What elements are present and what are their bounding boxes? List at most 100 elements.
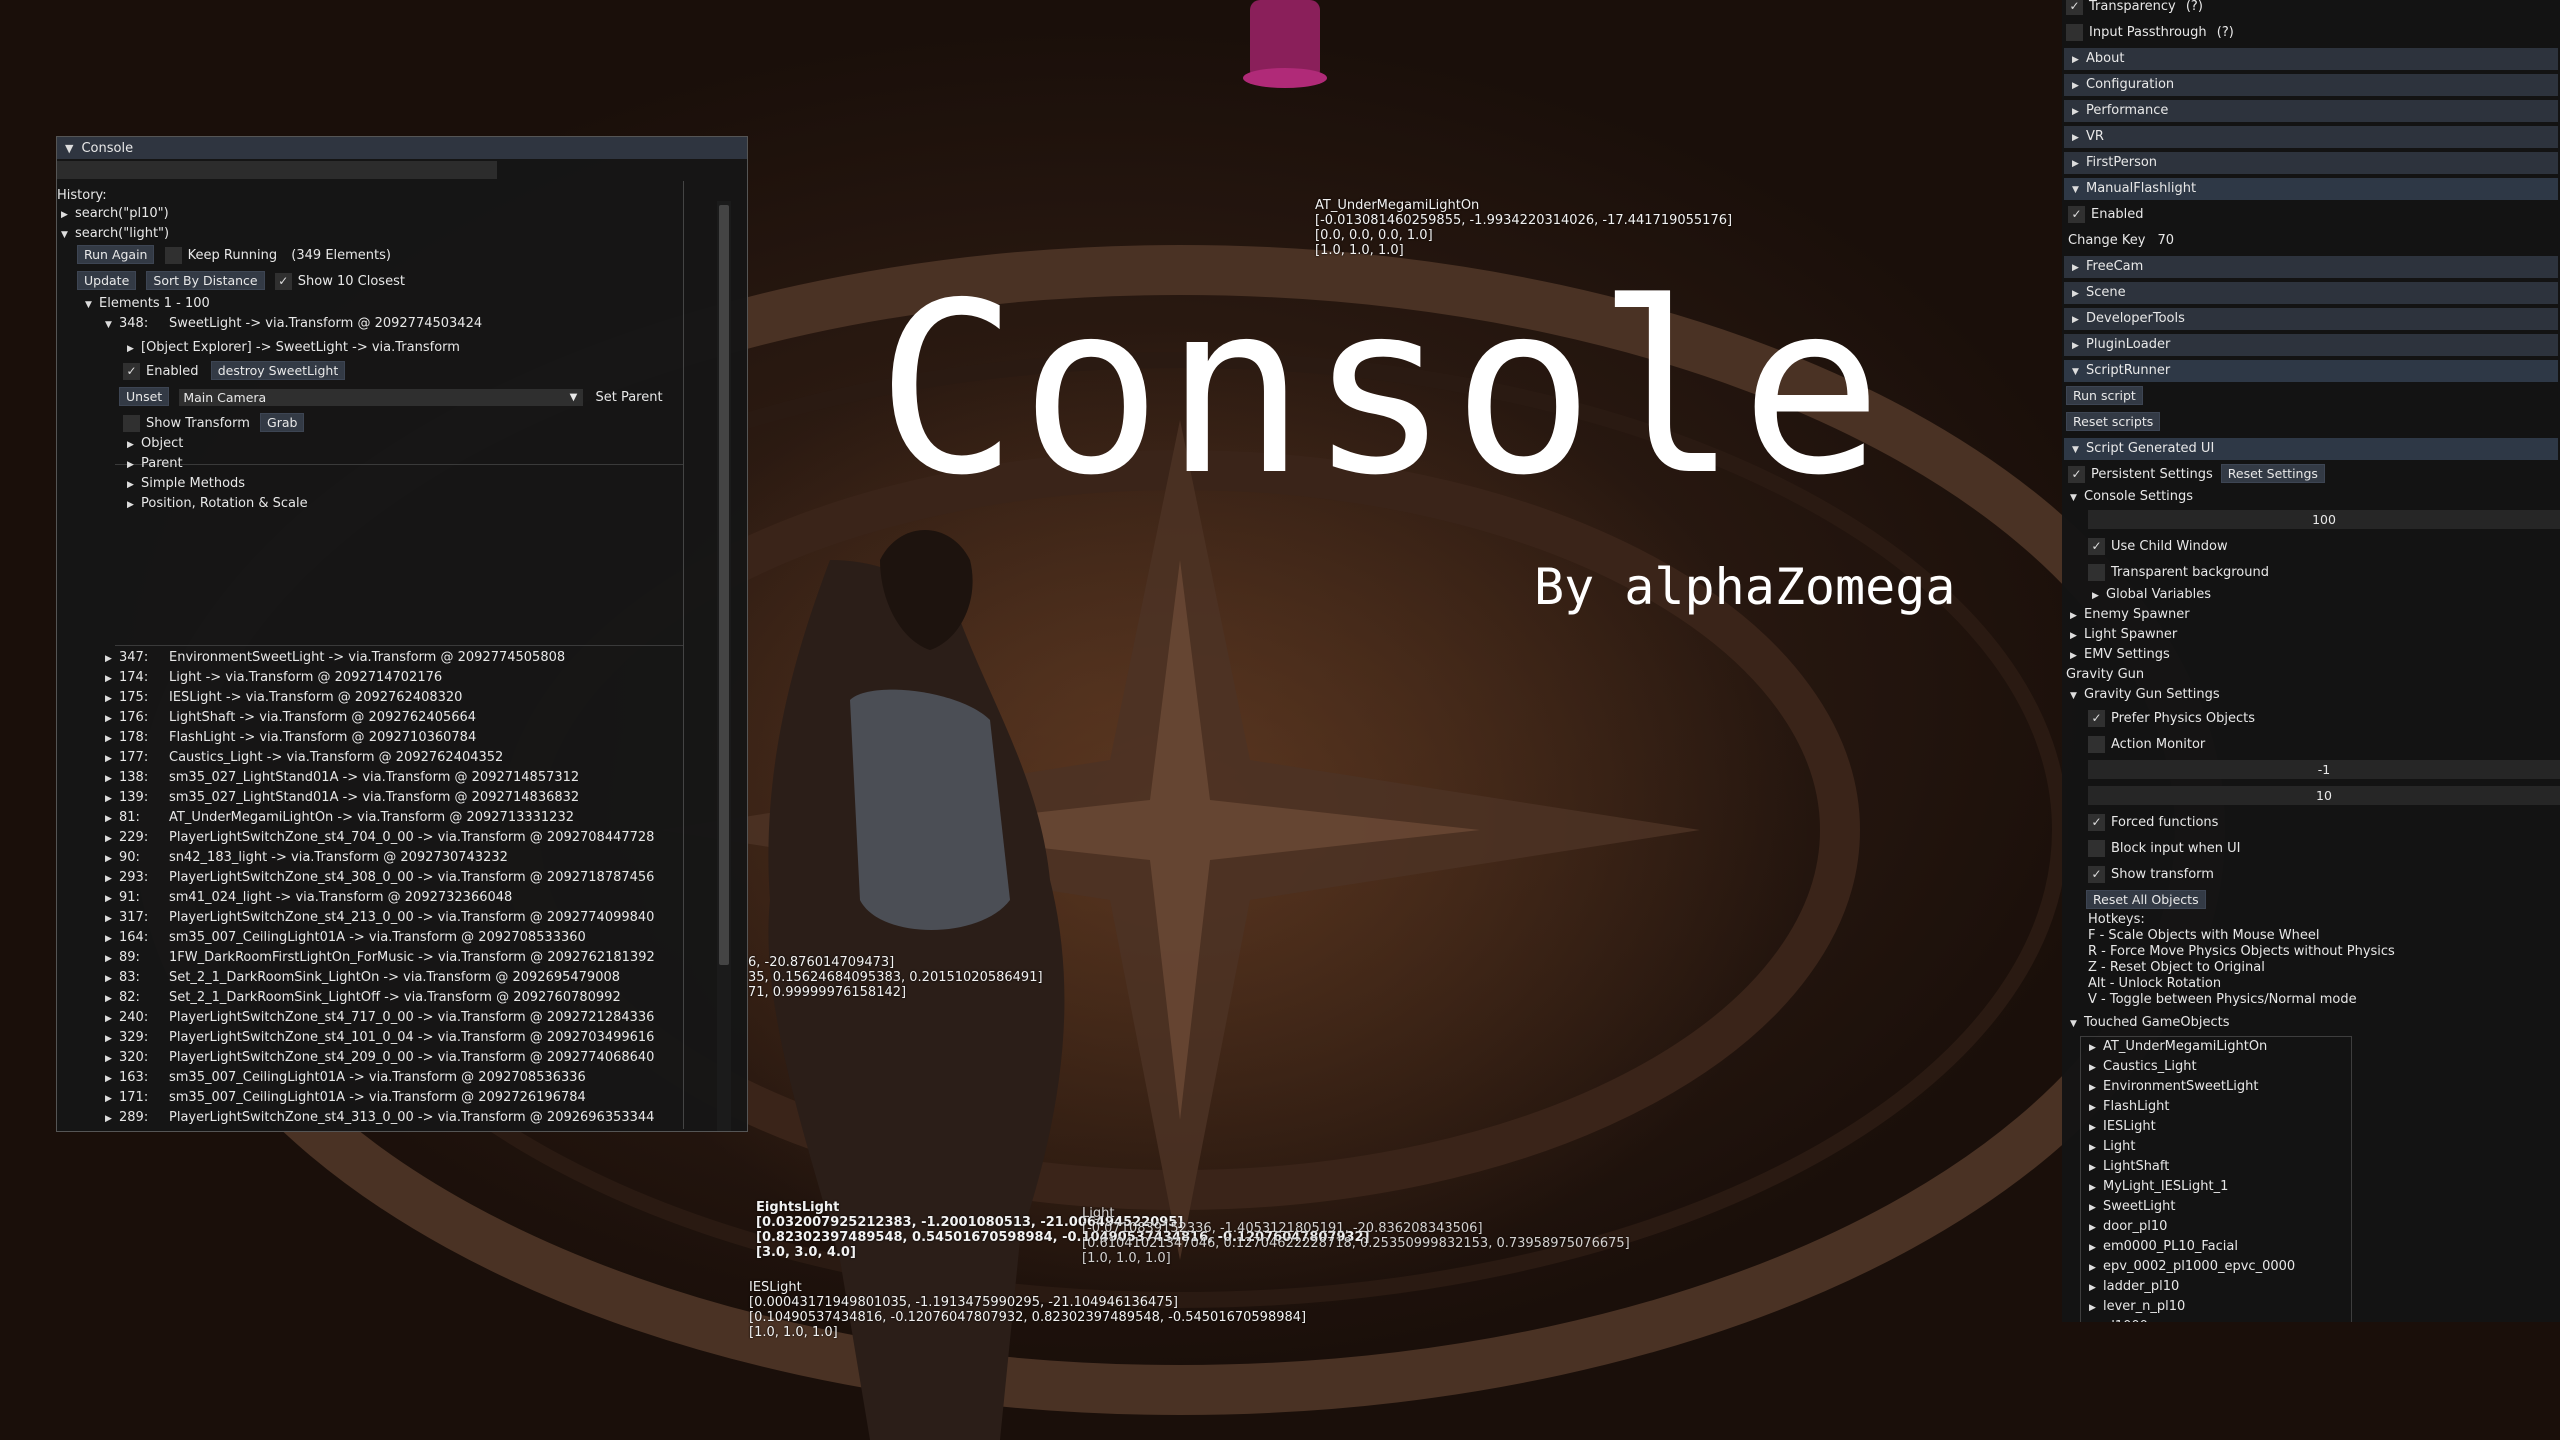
- element-list-row[interactable]: ▶ 293: PlayerLightSwitchZone_st4_308_0_00 …: [105, 869, 654, 887]
- history-item[interactable]: ▼ search("light"): [61, 225, 169, 243]
- reset-settings-button[interactable]: Reset Settings: [2220, 464, 2325, 483]
- console-scrollbar-thumb[interactable]: [719, 205, 729, 965]
- element-list-row[interactable]: ▶ 163: sm35_007_CeilingLight01A -> via.Tra…: [105, 1069, 586, 1087]
- show-transform-checkbox[interactable]: [123, 415, 140, 432]
- mf-enabled-checkbox[interactable]: ✓: [2068, 206, 2085, 223]
- prefer-physics-checkbox[interactable]: ✓: [2088, 710, 2105, 727]
- touched-gameobject-item[interactable]: ▶ EnvironmentSweetLight: [2089, 1077, 2258, 1097]
- expand-arrow-icon[interactable]: ▶: [105, 1090, 119, 1108]
- gravity-gun-settings-node[interactable]: ▼ Gravity Gun Settings: [2070, 684, 2220, 706]
- subitem-simple-methods[interactable]: ▶ Simple Methods: [127, 475, 245, 493]
- expand-arrow-icon[interactable]: ▶: [127, 496, 141, 514]
- expand-arrow-icon[interactable]: ▶: [105, 670, 119, 688]
- expand-arrow-icon[interactable]: ▶: [105, 830, 119, 848]
- touched-gameobject-item[interactable]: ▶ IESLight: [2089, 1117, 2156, 1137]
- element-list-row[interactable]: ▶ 176: LightShaft -> via.Transform @ 20927…: [105, 709, 476, 727]
- element-list-row[interactable]: ▶ 91: sm41_024_light -> via.Transform @ 20…: [105, 889, 512, 907]
- collapse-arrow-icon[interactable]: ▼: [85, 296, 99, 314]
- global-variables-node[interactable]: ▶ Global Variables: [2092, 584, 2211, 606]
- touched-gameobject-item[interactable]: ▶ lever_n_pl10: [2089, 1297, 2185, 1317]
- console-settings-node[interactable]: ▼ Console Settings: [2070, 486, 2193, 508]
- set-parent-label[interactable]: Set Parent: [595, 390, 662, 405]
- touched-gameobject-item[interactable]: ▶ ladder_pl10: [2089, 1277, 2179, 1297]
- console-settings-slider[interactable]: 100: [2088, 510, 2560, 529]
- touched-gameobject-item[interactable]: ▶ MyLight_IESLight_1: [2089, 1177, 2228, 1197]
- input-passthrough-checkbox[interactable]: [2066, 24, 2083, 41]
- expand-arrow-icon[interactable]: ▶: [105, 1110, 119, 1128]
- persistent-settings-checkbox[interactable]: ✓: [2068, 466, 2085, 483]
- update-button[interactable]: Update: [77, 271, 137, 290]
- console-window-titlebar[interactable]: ▼ Console: [57, 137, 747, 159]
- collapse-arrow-icon[interactable]: ▼: [105, 316, 119, 334]
- light-spawner-node[interactable]: ▶ Light Spawner: [2070, 624, 2177, 646]
- element-list-row[interactable]: ▶ 177: Caustics_Light -> via.Transform @ 2…: [105, 749, 503, 767]
- element-list-row[interactable]: ▶ 82: Set_2_1_DarkRoomSink_LightOff -> via…: [105, 989, 621, 1007]
- transparency-checkbox[interactable]: ✓: [2066, 0, 2083, 15]
- action-monitor-checkbox[interactable]: [2088, 736, 2105, 753]
- keep-running-checkbox[interactable]: [164, 247, 182, 264]
- element-list-row[interactable]: ▶ 83: Set_2_1_DarkRoomSink_LightOn -> via.…: [105, 969, 620, 987]
- block-input-checkbox[interactable]: [2088, 840, 2105, 857]
- expand-arrow-icon[interactable]: ▶: [105, 710, 119, 728]
- unset-button[interactable]: Unset: [119, 387, 170, 406]
- expand-arrow-icon[interactable]: ▶: [105, 930, 119, 948]
- enabled-checkbox[interactable]: ✓: [123, 363, 140, 380]
- expand-arrow-icon[interactable]: ▶: [127, 436, 141, 454]
- expand-arrow-icon[interactable]: ▶: [105, 750, 119, 768]
- grab-button[interactable]: Grab: [260, 413, 305, 432]
- expand-arrow-icon[interactable]: ▶: [105, 1070, 119, 1088]
- expand-arrow-icon[interactable]: ▶: [127, 476, 141, 494]
- show-closest-checkbox[interactable]: ✓: [274, 273, 292, 290]
- element-list-row[interactable]: ▶ 240: PlayerLightSwitchZone_st4_717_0_00 …: [105, 1009, 654, 1027]
- subitem-object[interactable]: ▶ Object: [127, 435, 183, 453]
- header-firstperson[interactable]: ▶ FirstPerson: [2064, 152, 2558, 174]
- subitem-parent[interactable]: ▶ Parent: [127, 455, 183, 473]
- collapse-arrow-icon[interactable]: ▼: [65, 142, 73, 155]
- element-list-row[interactable]: ▶ 174: Light -> via.Transform @ 2092714702…: [105, 669, 442, 687]
- expand-arrow-icon[interactable]: ▶: [105, 1010, 119, 1028]
- touched-gameobject-item[interactable]: ▶ em0000_PL10_Facial: [2089, 1237, 2238, 1257]
- element-list-row[interactable]: ▶ 347: EnvironmentSweetLight -> via.Transf…: [105, 649, 565, 667]
- expand-arrow-icon[interactable]: ▶: [105, 810, 119, 828]
- touched-gameobject-item[interactable]: ▶ FlashLight: [2089, 1097, 2170, 1117]
- expand-arrow-icon[interactable]: ▶: [105, 970, 119, 988]
- reframework-panel[interactable]: ✓ Transparency (?) Input Passthrough (?) …: [2062, 0, 2560, 1322]
- touched-gameobject-item[interactable]: ▶ epv_0002_pl1000_epvc_0000: [2089, 1257, 2295, 1277]
- subitem-position[interactable]: ▶ Position, Rotation & Scale: [127, 495, 308, 513]
- element-list-row[interactable]: ▶ 171: sm35_007_CeilingLight01A -> via.Tra…: [105, 1089, 586, 1107]
- header-performance[interactable]: ▶ Performance: [2064, 100, 2558, 122]
- element-list-row[interactable]: ▶ 289: PlayerLightSwitchZone_st4_313_0_00 …: [105, 1109, 654, 1127]
- element-list-row[interactable]: ▶ 164: sm35_007_CeilingLight01A -> via.Tra…: [105, 929, 586, 947]
- reset-scripts-button[interactable]: Reset scripts: [2066, 412, 2161, 431]
- forced-functions-checkbox[interactable]: ✓: [2088, 814, 2105, 831]
- help-marker[interactable]: (?): [2217, 25, 2234, 40]
- touched-gameobject-item[interactable]: ▶ LightShaft: [2089, 1157, 2169, 1177]
- gravity-slider-b[interactable]: 10: [2088, 786, 2560, 805]
- run-again-button[interactable]: Run Again: [77, 245, 155, 264]
- console-input-strip[interactable]: [57, 161, 497, 179]
- expand-arrow-icon[interactable]: ▶: [127, 340, 141, 358]
- header-about[interactable]: ▶ About: [2064, 48, 2558, 70]
- show-transform-gg-checkbox[interactable]: ✓: [2088, 866, 2105, 883]
- reset-all-objects-button[interactable]: Reset All Objects: [2086, 890, 2206, 909]
- touched-gameobject-item[interactable]: ▶ SweetLight: [2089, 1197, 2175, 1217]
- emv-settings-node[interactable]: ▶ EMV Settings: [2070, 644, 2170, 666]
- element-list-row[interactable]: ▶ 229: PlayerLightSwitchZone_st4_704_0_00 …: [105, 829, 654, 847]
- object-explorer-node[interactable]: ▶ [Object Explorer] -> SweetLight -> via.…: [127, 339, 460, 357]
- use-child-window-checkbox[interactable]: ✓: [2088, 538, 2105, 555]
- expand-arrow-icon[interactable]: ▶: [105, 730, 119, 748]
- console-scrollbar[interactable]: [717, 201, 731, 1131]
- header-scriptrunner[interactable]: ▼ ScriptRunner: [2064, 360, 2558, 382]
- element-list-row[interactable]: ▶ 139: sm35_027_LightStand01A -> via.Trans…: [105, 789, 579, 807]
- expand-arrow-icon[interactable]: ▶: [105, 850, 119, 868]
- expand-arrow-icon[interactable]: ▶: [105, 770, 119, 788]
- touched-gameobjects-list[interactable]: ▶ AT_UnderMegamiLightOn ▶ Caustics_Light ▶ En…: [2080, 1036, 2352, 1322]
- expand-arrow-icon[interactable]: ▶: [105, 650, 119, 668]
- header-manualflashlight[interactable]: ▼ ManualFlashlight: [2064, 178, 2558, 200]
- touched-gameobjects-node[interactable]: ▼ Touched GameObjects: [2070, 1012, 2230, 1034]
- element-list-row[interactable]: ▶ 320: PlayerLightSwitchZone_st4_209_0_00 …: [105, 1049, 654, 1067]
- header-developertools[interactable]: ▶ DeveloperTools: [2064, 308, 2558, 330]
- run-script-button[interactable]: Run script: [2066, 386, 2143, 405]
- camera-combo[interactable]: Main Camera ▼: [179, 389, 584, 406]
- element-list-row[interactable]: ▶ 90: sn42_183_light -> via.Transform @ 20…: [105, 849, 508, 867]
